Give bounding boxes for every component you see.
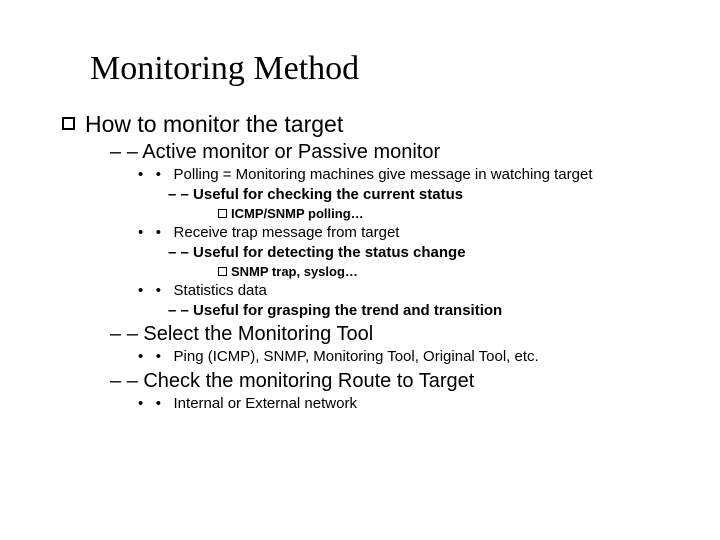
level3-item: • Statistics data [138, 281, 670, 301]
small-square-icon [218, 209, 227, 218]
level4-item: – Useful for grasping the trend and tran… [168, 301, 670, 321]
level5-item: SNMP trap, syslog… [218, 263, 670, 281]
level5-item: ICMP/SNMP polling… [218, 205, 670, 223]
square-bullet-icon [62, 117, 75, 130]
level2-item: – Active monitor or Passive monitor [110, 139, 670, 165]
level3-item: • Polling = Monitoring machines give mes… [138, 165, 670, 185]
level5-text: ICMP/SNMP polling… [231, 206, 364, 221]
level3-item: • Ping (ICMP), SNMP, Monitoring Tool, Or… [138, 347, 670, 367]
level3-item: • Receive trap message from target [138, 223, 670, 243]
bullet-level1-row: How to monitor the target [90, 110, 670, 139]
slide: Monitoring Method How to monitor the tar… [0, 0, 720, 540]
level4-item: – Useful for checking the current status [168, 185, 670, 205]
slide-title: Monitoring Method [90, 50, 670, 88]
level2-item: – Check the monitoring Route to Target [110, 368, 670, 394]
small-square-icon [218, 267, 227, 276]
level1-text: How to monitor the target [85, 110, 343, 139]
level2-item: – Select the Monitoring Tool [110, 321, 670, 347]
level3-item: • Internal or External network [138, 394, 670, 414]
level4-item: – Useful for detecting the status change [168, 243, 670, 263]
level5-text: SNMP trap, syslog… [231, 264, 358, 279]
